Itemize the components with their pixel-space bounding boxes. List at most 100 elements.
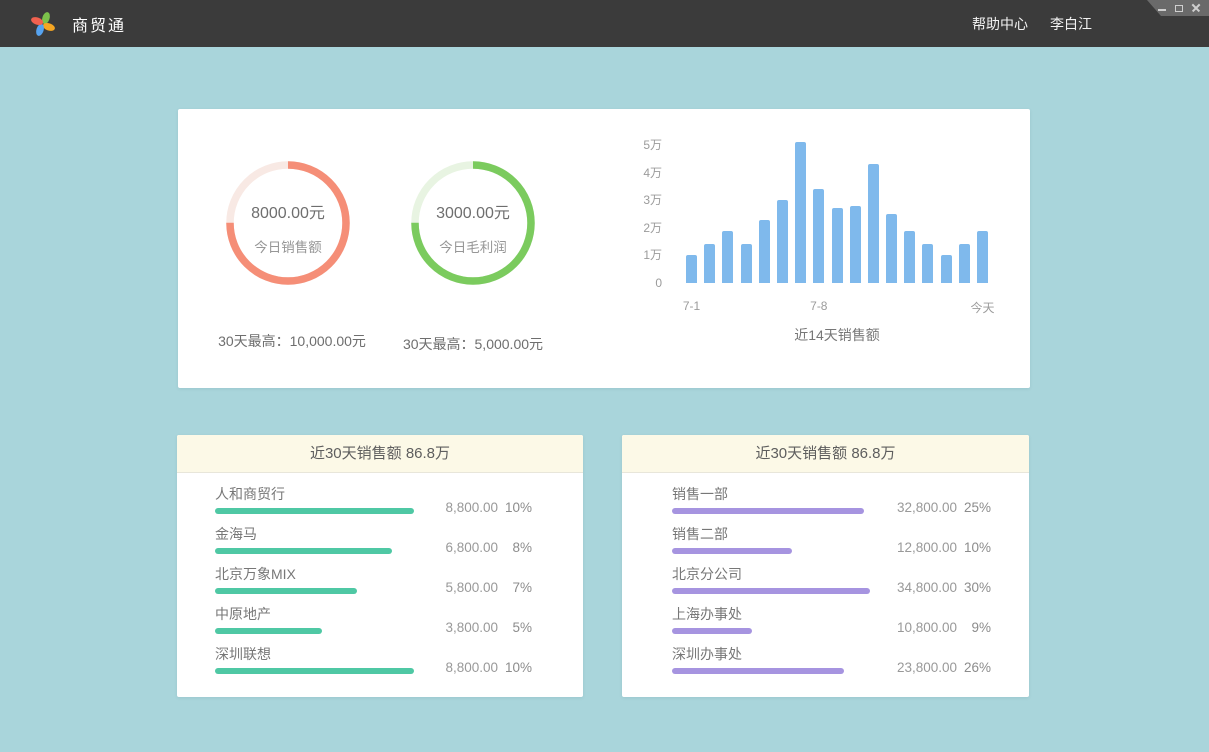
app-title: 商贸通 bbox=[72, 12, 126, 36]
y-axis-tick-label: 0 bbox=[608, 275, 662, 291]
list-item: 人和商贸行8,800.0010% bbox=[215, 483, 532, 523]
item-name: 金海马 bbox=[215, 526, 426, 542]
bar bbox=[813, 189, 824, 283]
item-amount: 6,800.00 bbox=[426, 541, 498, 555]
list-item: 北京分公司34,800.0030% bbox=[672, 563, 991, 603]
x-axis-tick-label: 7-1 bbox=[662, 299, 722, 313]
customers-card-title: 近30天销售额 86.8万 bbox=[177, 435, 583, 473]
customers-sales-card: 近30天销售额 86.8万 人和商贸行8,800.0010%金海马6,800.0… bbox=[177, 435, 583, 697]
item-percent: 10% bbox=[498, 661, 532, 675]
today-profit-gauge: 3000.00元 今日毛利润 bbox=[403, 153, 543, 293]
item-name: 深圳办事处 bbox=[672, 646, 885, 662]
item-percent: 25% bbox=[957, 501, 991, 515]
today-profit-value: 3000.00元 bbox=[436, 199, 510, 223]
item-progress-bar bbox=[215, 668, 414, 674]
maximize-icon[interactable] bbox=[1175, 5, 1183, 12]
bar bbox=[868, 164, 879, 283]
item-amount: 12,800.00 bbox=[885, 541, 957, 555]
item-name: 深圳联想 bbox=[215, 646, 426, 662]
app-window: 商贸通 帮助中心 李白江 8000.00元 今日销售额 30天最高：10,000… bbox=[0, 0, 1209, 752]
today-sales-30d-high: 30天最高：10,000.00元 bbox=[202, 331, 382, 351]
y-axis-tick-label: 3万 bbox=[608, 192, 662, 208]
bar bbox=[759, 220, 770, 283]
item-percent: 30% bbox=[957, 581, 991, 595]
item-amount: 23,800.00 bbox=[885, 661, 957, 675]
list-item: 金海马6,800.008% bbox=[215, 523, 532, 563]
today-sales-gauge: 8000.00元 今日销售额 bbox=[218, 153, 358, 293]
x-axis-tick-label: 7-8 bbox=[789, 299, 849, 313]
today-profit-label: 今日毛利润 bbox=[439, 236, 507, 256]
app-logo-pinwheel-icon bbox=[30, 11, 56, 37]
titlebar: 商贸通 帮助中心 李白江 bbox=[0, 0, 1209, 47]
item-progress-bar bbox=[215, 548, 392, 554]
today-profit-30d-high: 30天最高：5,000.00元 bbox=[388, 334, 558, 354]
item-progress-bar bbox=[672, 668, 844, 674]
list-item: 深圳联想8,800.0010% bbox=[215, 643, 532, 683]
bar bbox=[850, 206, 861, 283]
close-icon[interactable] bbox=[1192, 4, 1200, 12]
item-percent: 10% bbox=[957, 541, 991, 555]
username-link[interactable]: 李白江 bbox=[1050, 14, 1092, 34]
item-name: 北京万象MIX bbox=[215, 566, 426, 582]
list-item: 销售二部12,800.0010% bbox=[672, 523, 991, 563]
bar bbox=[886, 214, 897, 283]
bar-chart-caption: 近14天销售额 bbox=[686, 325, 988, 345]
departments-card-title: 近30天销售额 86.8万 bbox=[622, 435, 1029, 473]
item-name: 销售一部 bbox=[672, 486, 885, 502]
item-amount: 8,800.00 bbox=[426, 661, 498, 675]
item-name: 中原地产 bbox=[215, 606, 426, 622]
item-name: 销售二部 bbox=[672, 526, 885, 542]
list-item: 上海办事处10,800.009% bbox=[672, 603, 991, 643]
item-percent: 10% bbox=[498, 501, 532, 515]
bar bbox=[922, 244, 933, 283]
item-amount: 10,800.00 bbox=[885, 621, 957, 635]
item-progress-bar bbox=[672, 508, 864, 514]
help-center-link[interactable]: 帮助中心 bbox=[972, 14, 1028, 34]
item-progress-bar bbox=[672, 588, 870, 594]
today-sales-label: 今日销售额 bbox=[254, 236, 322, 256]
y-axis-tick-label: 4万 bbox=[608, 165, 662, 181]
list-item: 北京万象MIX5,800.007% bbox=[215, 563, 532, 603]
item-amount: 5,800.00 bbox=[426, 581, 498, 595]
today-sales-value: 8000.00元 bbox=[251, 199, 325, 223]
bar bbox=[704, 244, 715, 283]
bar bbox=[832, 208, 843, 283]
bar bbox=[741, 244, 752, 283]
y-axis-tick-label: 1万 bbox=[608, 247, 662, 263]
item-amount: 34,800.00 bbox=[885, 581, 957, 595]
item-percent: 5% bbox=[498, 621, 532, 635]
item-progress-bar bbox=[672, 548, 792, 554]
item-percent: 9% bbox=[957, 621, 991, 635]
item-percent: 26% bbox=[957, 661, 991, 675]
customers-list: 人和商贸行8,800.0010%金海马6,800.008%北京万象MIX5,80… bbox=[177, 473, 583, 683]
window-controls bbox=[1147, 0, 1209, 16]
bar bbox=[904, 231, 915, 283]
item-amount: 32,800.00 bbox=[885, 501, 957, 515]
item-percent: 7% bbox=[498, 581, 532, 595]
titlebar-nav: 帮助中心 李白江 bbox=[972, 14, 1092, 34]
bar bbox=[777, 200, 788, 283]
y-axis-tick-label: 2万 bbox=[608, 220, 662, 236]
y-axis-tick-label: 5万 bbox=[608, 137, 662, 153]
minimize-icon[interactable] bbox=[1158, 9, 1166, 11]
item-amount: 8,800.00 bbox=[426, 501, 498, 515]
departments-list: 销售一部32,800.0025%销售二部12,800.0010%北京分公司34,… bbox=[622, 473, 1029, 683]
item-name: 上海办事处 bbox=[672, 606, 885, 622]
bar bbox=[941, 255, 952, 283]
departments-sales-card: 近30天销售额 86.8万 销售一部32,800.0025%销售二部12,800… bbox=[622, 435, 1029, 697]
item-name: 人和商贸行 bbox=[215, 486, 426, 502]
item-progress-bar bbox=[215, 508, 414, 514]
item-progress-bar bbox=[215, 588, 357, 594]
summary-card: 8000.00元 今日销售额 30天最高：10,000.00元 3000.00元… bbox=[178, 109, 1030, 388]
item-percent: 8% bbox=[498, 541, 532, 555]
item-name: 北京分公司 bbox=[672, 566, 885, 582]
bar bbox=[795, 142, 806, 283]
list-item: 中原地产3,800.005% bbox=[215, 603, 532, 643]
item-progress-bar bbox=[672, 628, 752, 634]
bar bbox=[977, 231, 988, 283]
list-item: 销售一部32,800.0025% bbox=[672, 483, 991, 523]
bar bbox=[959, 244, 970, 283]
bar bbox=[722, 231, 733, 283]
item-amount: 3,800.00 bbox=[426, 621, 498, 635]
item-progress-bar bbox=[215, 628, 322, 634]
